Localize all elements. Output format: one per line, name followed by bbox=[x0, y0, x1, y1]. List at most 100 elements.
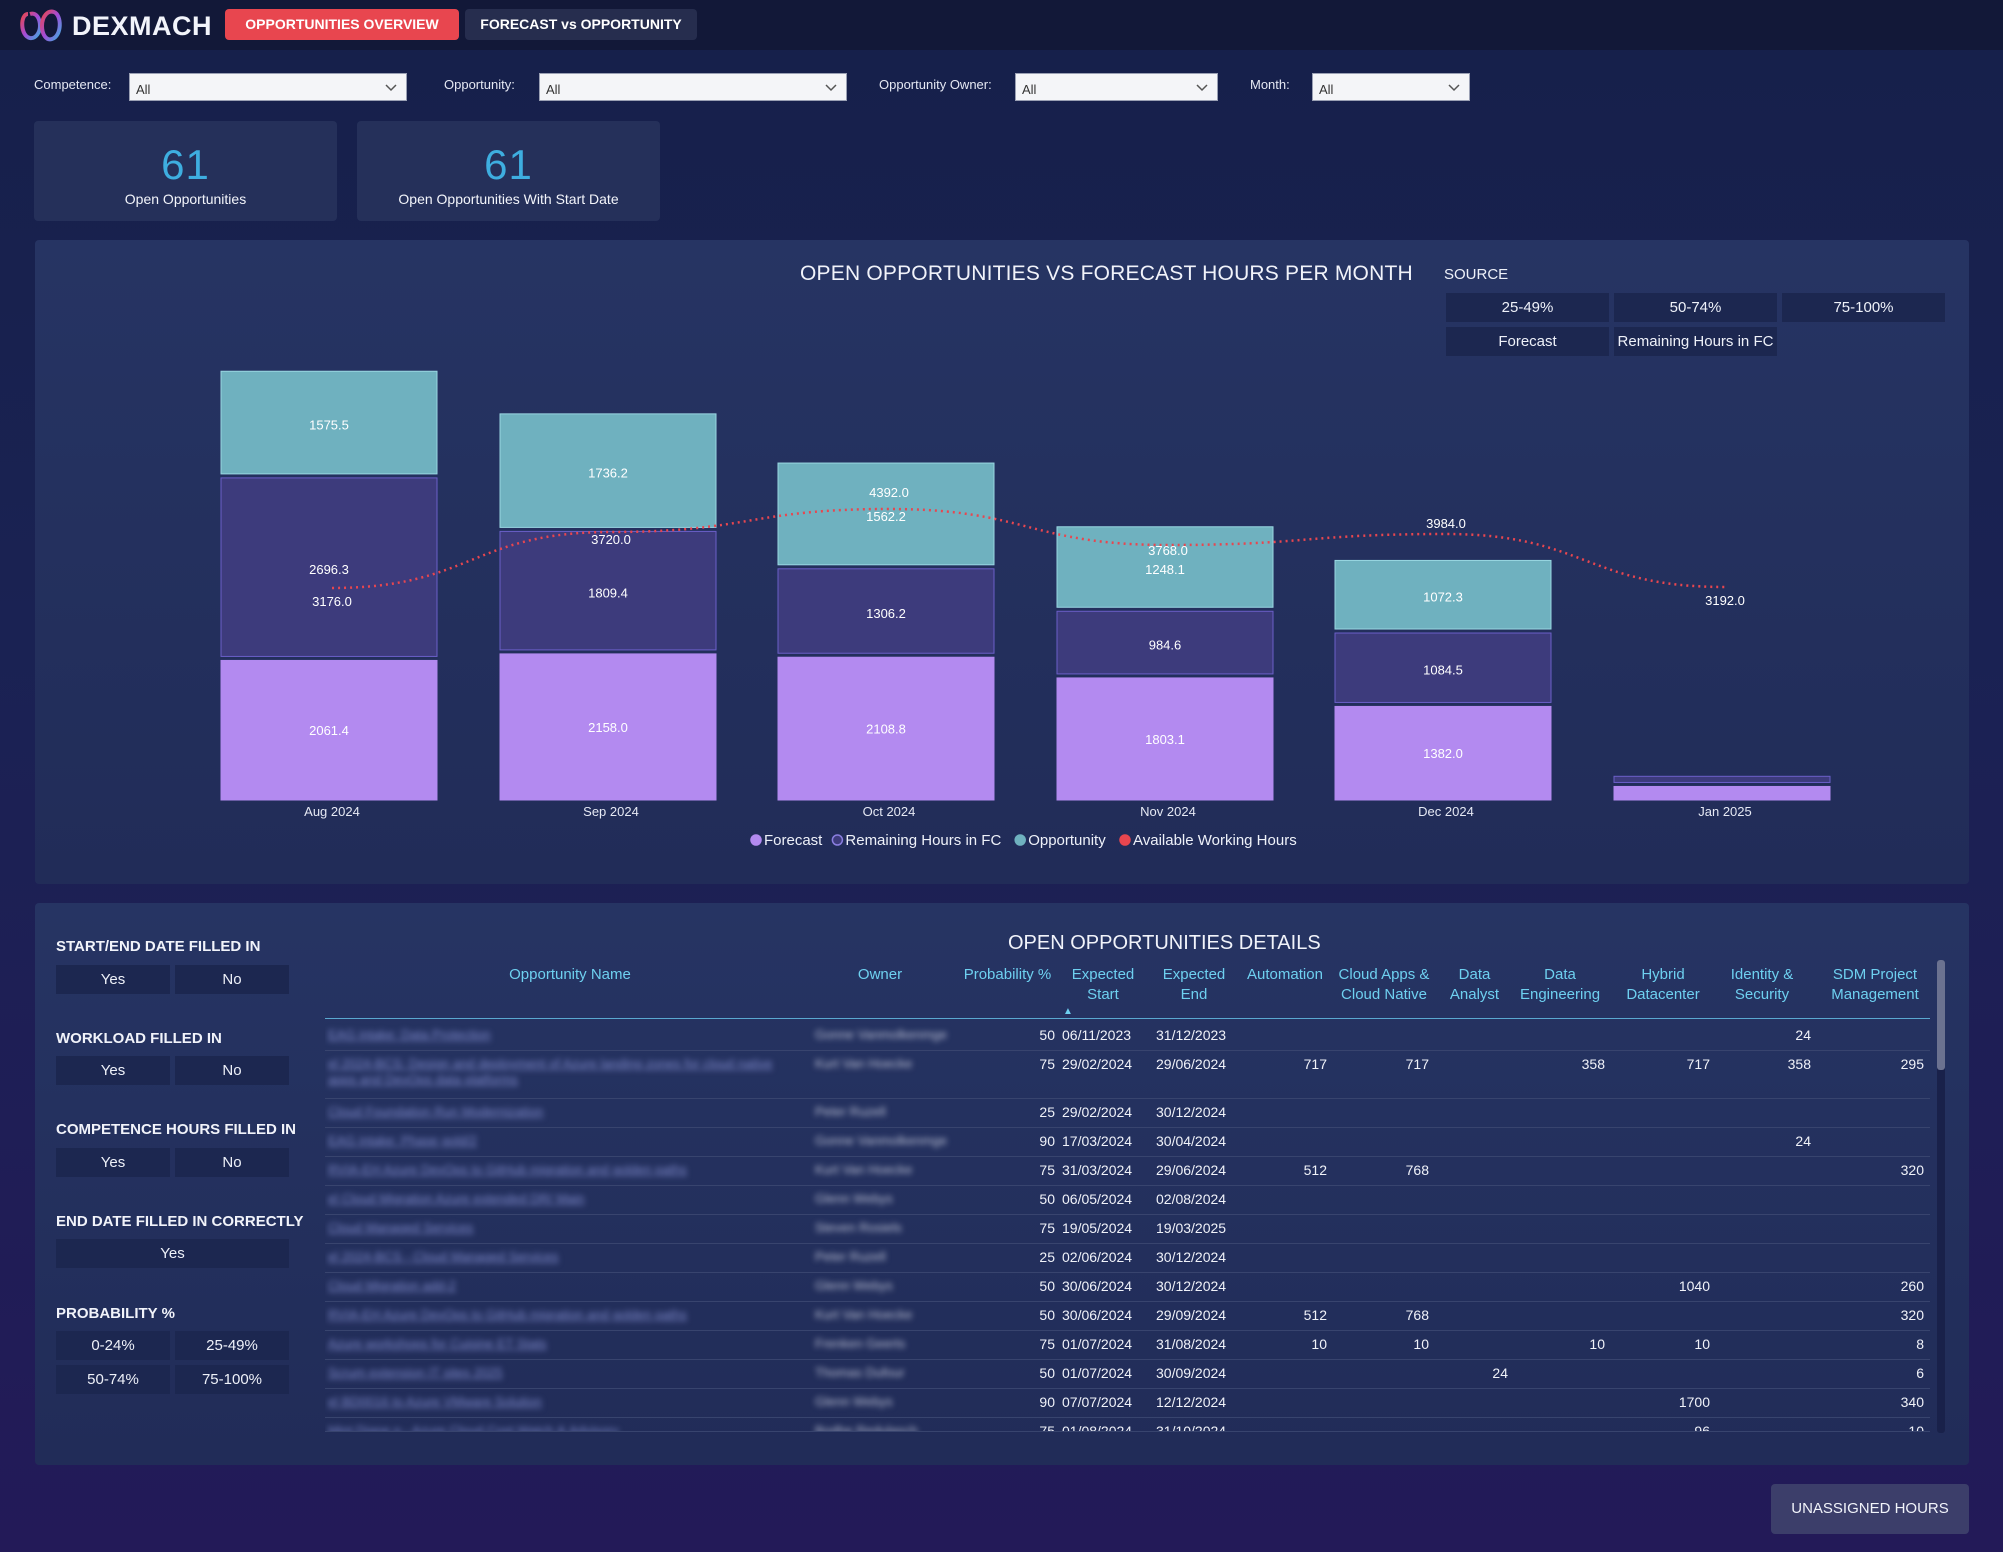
table-row[interactable]: Cloud Migration add-2 Glenn Webys 50 30/06/… bbox=[325, 1273, 1930, 1302]
owner-cell[interactable]: Kurt Van Hoecke bbox=[815, 1056, 955, 1071]
column-header-8[interactable]: Data Engineering bbox=[1514, 965, 1606, 1005]
column-header-7[interactable]: Data Analyst bbox=[1447, 965, 1502, 1005]
owner-cell[interactable]: Glenn Webys bbox=[815, 1278, 955, 1293]
probability-0-24-button[interactable]: 0-24% bbox=[56, 1331, 170, 1360]
column-header-6[interactable]: Cloud Apps & Cloud Native bbox=[1334, 965, 1434, 1005]
line-label-1: 3720.0 bbox=[591, 532, 631, 547]
table-scrollbar[interactable] bbox=[1937, 960, 1945, 1433]
competence-hours-no-button[interactable]: No bbox=[175, 1148, 289, 1177]
engineering-hours-cell: 10 bbox=[1589, 1336, 1605, 1352]
table-row[interactable]: el BD0016 to Azure VMware Solution Glenn … bbox=[325, 1389, 1930, 1418]
hybrid-hours-cell: 717 bbox=[1686, 1056, 1710, 1072]
probability-50-74-button[interactable]: 50-74% bbox=[56, 1365, 170, 1394]
sort-ascending-icon[interactable]: ▲ bbox=[1063, 1006, 1073, 1017]
opportunity-name-link[interactable]: EAG intake: Phase gold/2 bbox=[328, 1133, 798, 1149]
column-header-10[interactable]: Identity & Security bbox=[1722, 965, 1802, 1005]
expected-start-cell: 29/02/2024 bbox=[1062, 1104, 1133, 1120]
sdm-hours-cell: 320 bbox=[1900, 1307, 1924, 1323]
opportunity-name-link[interactable]: el 2024-BCS: Design and deployment of Az… bbox=[328, 1056, 798, 1088]
table-row[interactable]: EAG intake: Phase gold/2 Gonne Vanmolkenm… bbox=[325, 1128, 1930, 1157]
competence-hours-yes-button[interactable]: Yes bbox=[56, 1148, 170, 1177]
probability-cell: 50 bbox=[1039, 1027, 1055, 1043]
automation-hours-cell: 10 bbox=[1311, 1336, 1327, 1352]
owner-cell[interactable]: Kurt Van Hoecke bbox=[815, 1162, 955, 1177]
opportunity-name-link[interactable]: Mint Diane p - Azure Cloud Cost Watch & … bbox=[328, 1423, 798, 1431]
probability-cell: 75 bbox=[1039, 1423, 1055, 1432]
start-end-yes-button[interactable]: Yes bbox=[56, 965, 170, 994]
expected-start-cell: 07/07/2024 bbox=[1062, 1394, 1133, 1410]
sdm-hours-cell: 340 bbox=[1900, 1394, 1924, 1410]
bar-forecast-5[interactable] bbox=[1613, 785, 1831, 801]
bar-label-remaining-3: 984.6 bbox=[1149, 638, 1182, 653]
probability-slicer-title: PROBABILITY % bbox=[56, 1305, 175, 1322]
x-tick-label-3: Nov 2024 bbox=[1140, 804, 1196, 819]
owner-cell[interactable]: Glenn Webys bbox=[815, 1394, 955, 1409]
bar-remaining-5[interactable] bbox=[1613, 775, 1831, 783]
opportunity-name-link[interactable]: Cloud Managed Services bbox=[328, 1220, 798, 1236]
workload-no-button[interactable]: No bbox=[175, 1056, 289, 1085]
owner-cell[interactable]: Peter Ruzell bbox=[815, 1104, 955, 1119]
table-row[interactable]: EAG intake: Data Protection Gonne Vanmolk… bbox=[325, 1022, 1930, 1051]
opportunity-name-link[interactable]: RVIA-EH Azure DevOps to GitHub migration… bbox=[328, 1307, 798, 1323]
line-label-5: 3192.0 bbox=[1705, 593, 1745, 608]
probability-25-49-button[interactable]: 25-49% bbox=[175, 1331, 289, 1360]
column-header-11[interactable]: SDM Project Management bbox=[1820, 965, 1930, 1005]
workload-yes-button[interactable]: Yes bbox=[56, 1056, 170, 1085]
bar-label-remaining-1: 1809.4 bbox=[588, 586, 628, 601]
expected-start-cell: 02/06/2024 bbox=[1062, 1249, 1133, 1265]
start-end-no-button[interactable]: No bbox=[175, 965, 289, 994]
probability-cell: 75 bbox=[1039, 1336, 1055, 1352]
table-row[interactable]: Azure workshops for Cuisine ET Stats Fren… bbox=[325, 1331, 1930, 1360]
table-row[interactable]: el 2024-BCS - Cloud Managed Services Pete… bbox=[325, 1244, 1930, 1273]
bar-label-forecast-3: 1803.1 bbox=[1145, 732, 1185, 747]
bar-label-forecast-0: 2061.4 bbox=[309, 723, 349, 738]
table-row[interactable]: Scrum extension IT sites 2025 Thomas Dufo… bbox=[325, 1360, 1930, 1389]
table-row[interactable]: Mint Diane p - Azure Cloud Cost Watch & … bbox=[325, 1418, 1930, 1432]
expected-end-cell: 31/10/2024 bbox=[1156, 1423, 1227, 1432]
opportunity-name-link[interactable]: Cloud Migration add-2 bbox=[328, 1278, 798, 1294]
opportunity-name-link[interactable]: el BD0016 to Azure VMware Solution bbox=[328, 1394, 798, 1410]
owner-cell[interactable]: Glenn Webys bbox=[815, 1191, 955, 1206]
probability-cell: 50 bbox=[1039, 1307, 1055, 1323]
opportunity-name-link[interactable]: EAG intake: Data Protection bbox=[328, 1027, 798, 1043]
probability-cell: 50 bbox=[1039, 1365, 1055, 1381]
column-header-0[interactable]: Opportunity Name bbox=[455, 965, 685, 985]
opportunity-name-link[interactable]: Scrum extension IT sites 2025 bbox=[328, 1365, 798, 1381]
opportunity-name-link[interactable]: el Cloud Migration Azure extended DR/ Ma… bbox=[328, 1191, 798, 1207]
hybrid-hours-cell: 1700 bbox=[1678, 1394, 1710, 1410]
owner-cell[interactable]: Frenken Geerts bbox=[815, 1336, 955, 1351]
table-scrollbar-thumb[interactable] bbox=[1937, 960, 1945, 1070]
column-header-1[interactable]: Owner bbox=[835, 965, 925, 985]
column-header-5[interactable]: Automation bbox=[1242, 965, 1328, 985]
owner-cell[interactable]: Peter Ruzell bbox=[815, 1249, 955, 1264]
table-row[interactable]: el 2024-BCS: Design and deployment of Az… bbox=[325, 1051, 1930, 1099]
identity-hours-cell: 24 bbox=[1795, 1027, 1811, 1043]
owner-cell[interactable]: Gonne Vanmolkenmge bbox=[815, 1027, 955, 1042]
column-header-2[interactable]: Probability % bbox=[955, 965, 1060, 985]
x-tick-label-1: Sep 2024 bbox=[583, 804, 639, 819]
unassigned-hours-button[interactable]: UNASSIGNED HOURS bbox=[1771, 1484, 1969, 1534]
probability-cell: 50 bbox=[1039, 1191, 1055, 1207]
owner-cell[interactable]: Bodhe Redulasch bbox=[815, 1423, 955, 1431]
sdm-hours-cell: 320 bbox=[1900, 1162, 1924, 1178]
opportunity-name-link[interactable]: Cloud Foundation Run Modernization bbox=[328, 1104, 798, 1120]
owner-cell[interactable]: Kurt Van Hoecke bbox=[815, 1307, 955, 1322]
opportunity-name-link[interactable]: RVIA-EH Azure DevOps to GitHub migration… bbox=[328, 1162, 798, 1178]
table-row[interactable]: Cloud Managed Services Steven Rosiels 75 19… bbox=[325, 1215, 1930, 1244]
column-header-9[interactable]: Hybrid Datacenter bbox=[1618, 965, 1708, 1005]
owner-cell[interactable]: Steven Rosiels bbox=[815, 1220, 955, 1235]
probability-75-100-button[interactable]: 75-100% bbox=[175, 1365, 289, 1394]
end-date-correct-yes-button[interactable]: Yes bbox=[56, 1239, 289, 1268]
opportunity-name-link[interactable]: el 2024-BCS - Cloud Managed Services bbox=[328, 1249, 798, 1265]
bar-label-opportunity-2: 1562.2 bbox=[866, 509, 906, 524]
table-row[interactable]: Cloud Foundation Run Modernization Peter … bbox=[325, 1099, 1930, 1128]
table-row[interactable]: el Cloud Migration Azure extended DR/ Ma… bbox=[325, 1186, 1930, 1215]
column-header-4[interactable]: Expected End bbox=[1154, 965, 1234, 1005]
table-row[interactable]: RVIA-EH Azure DevOps to GitHub migration… bbox=[325, 1157, 1930, 1186]
owner-cell[interactable]: Thomas Dufour bbox=[815, 1365, 955, 1380]
probability-cell: 90 bbox=[1039, 1133, 1055, 1149]
table-row[interactable]: RVIA-EH Azure DevOps to GitHub migration… bbox=[325, 1302, 1930, 1331]
owner-cell[interactable]: Gonne Vanmolkenmge bbox=[815, 1133, 955, 1148]
column-header-3[interactable]: Expected Start bbox=[1063, 965, 1143, 1005]
opportunity-name-link[interactable]: Azure workshops for Cuisine ET Stats bbox=[328, 1336, 798, 1352]
